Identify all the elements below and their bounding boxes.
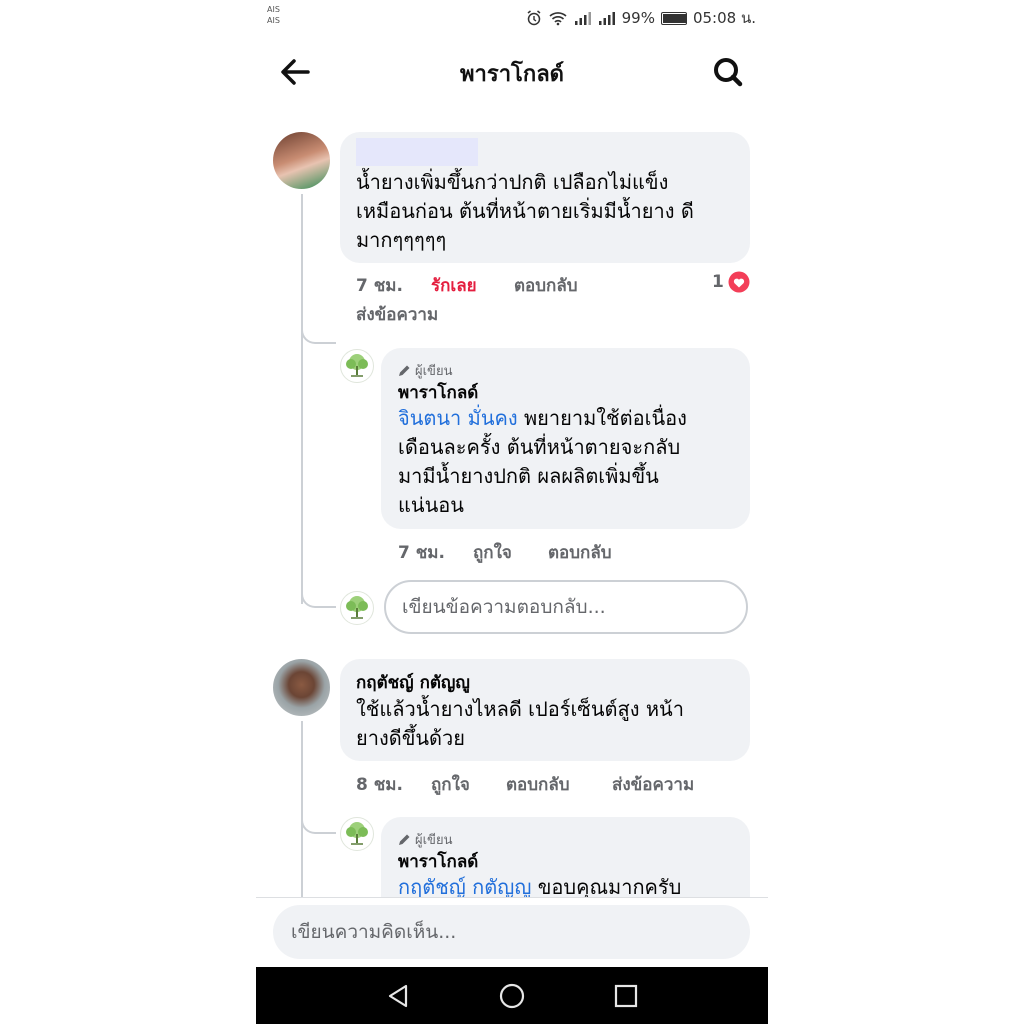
reply-text: จินตนา มั่นคง พยายามใช้ต่อเนื่อง เดือนละ…	[398, 406, 687, 517]
status-icons: 99% 05:08 น.	[526, 6, 756, 30]
author-tag: ผู้เขียน	[398, 829, 452, 850]
nav-back-button[interactable]	[384, 981, 414, 1011]
avatar-commenter-2[interactable]	[273, 659, 330, 716]
reply-button[interactable]: ตอบกลับ	[548, 539, 612, 566]
comment-text: น้ำยางเพิ่มขึ้นกว่าปกติ เปลือกไม่แข็ง เห…	[356, 170, 694, 252]
send-message-button[interactable]: ส่งข้อความ	[612, 771, 694, 798]
avatar-page-paragold[interactable]	[340, 817, 374, 851]
app-header: พาราโกลด์	[256, 40, 768, 104]
wifi-icon	[549, 12, 567, 26]
pencil-icon	[399, 834, 410, 845]
send-message-button[interactable]: ส่งข้อความ	[356, 301, 438, 328]
reply-bubble[interactable]: ผู้เขียน พาราโกลด์ กฤตัชญ์ กตัญญู ขอบคุณ…	[381, 817, 750, 897]
composer-divider	[256, 897, 768, 898]
status-bar: AIS AIS 99% 05:08 น.	[256, 0, 768, 36]
comment-bubble[interactable]: กฤตัชญ์ กตัญญู ใช้แล้วน้ำยางไหลดี เปอร์เ…	[340, 659, 750, 761]
reaction-summary[interactable]: 1	[712, 271, 750, 293]
commenter-name[interactable]: กฤตัชญ์ กตัญญู	[356, 669, 470, 696]
comment-bubble[interactable]: น้ำยางเพิ่มขึ้นกว่าปกติ เปลือกไม่แข็ง เห…	[340, 132, 750, 263]
alarm-icon	[527, 10, 541, 26]
nav-recents-button[interactable]	[611, 981, 641, 1011]
reply-bubble[interactable]: ผู้เขียน พาราโกลด์ จินตนา มั่นคง พยายามใ…	[381, 348, 750, 529]
reply-input[interactable]: เขียนข้อความตอบกลับ...	[384, 580, 748, 634]
love-reaction-icon	[728, 271, 750, 293]
carrier-label: AIS	[267, 5, 280, 14]
reply-author-name[interactable]: พาราโกลด์	[398, 848, 478, 875]
mention-link[interactable]: จินตนา มั่นคง	[398, 406, 518, 430]
avatar-page-paragold	[340, 591, 374, 625]
battery-percent: 99%	[621, 9, 655, 27]
system-nav-bar	[256, 967, 768, 1024]
reply-button[interactable]: ตอบกลับ	[514, 272, 578, 299]
love-button[interactable]: รักเลย	[431, 272, 477, 299]
tree-logo-icon	[346, 596, 368, 619]
pencil-icon	[399, 365, 410, 376]
comment-feed: น้ำยางเพิ่มขึ้นกว่าปกติ เปลือกไม่แข็ง เห…	[256, 104, 768, 897]
battery-icon	[660, 11, 687, 25]
search-icon	[714, 58, 743, 87]
reply-author-name[interactable]: พาราโกลด์	[398, 379, 478, 406]
thread-elbow	[301, 320, 336, 344]
redacted-author-name	[356, 138, 478, 166]
comment-time: 8 ชม.	[356, 775, 403, 795]
signal-icon-secondary	[598, 12, 615, 25]
comment-composer-input[interactable]: เขียนความคิดเห็น...	[273, 905, 750, 959]
reply-text: กฤตัชญ์ กตัญญู ขอบคุณมากครับ	[398, 875, 682, 897]
nav-home-icon	[499, 983, 525, 1009]
page-title: พาราโกลด์	[460, 62, 564, 87]
carrier-label-secondary: AIS	[267, 16, 280, 25]
search-button[interactable]	[708, 54, 748, 90]
reply-time: 7 ชม.	[398, 543, 445, 563]
comment-text: ใช้แล้วน้ำยางไหลดี เปอร์เซ็นต์สูง หน้า ย…	[356, 697, 684, 750]
thread-elbow	[301, 574, 336, 608]
reply-button[interactable]: ตอบกลับ	[506, 771, 570, 798]
clock: 05:08 น.	[692, 9, 756, 27]
comment-time: 7 ชม.	[356, 276, 403, 296]
nav-back-icon	[388, 984, 408, 1008]
thread-elbow	[301, 810, 336, 834]
author-tag: ผู้เขียน	[398, 360, 452, 381]
phone-screen: AIS AIS 99% 05:08 น. พาราโกลด์ น้ำยางเพิ…	[256, 0, 768, 1024]
avatar-page-paragold[interactable]	[340, 349, 374, 383]
tree-logo-icon	[346, 822, 368, 845]
like-button[interactable]: ถูกใจ	[431, 771, 470, 798]
nav-home-button[interactable]	[497, 981, 527, 1011]
reaction-count: 1	[712, 272, 724, 292]
signal-icon	[574, 12, 591, 25]
thread-line	[301, 721, 303, 897]
avatar-commenter-1[interactable]	[273, 132, 330, 189]
like-button[interactable]: ถูกใจ	[473, 539, 512, 566]
nav-recents-icon	[614, 984, 638, 1008]
tree-logo-icon	[346, 354, 368, 377]
thread-line	[301, 194, 303, 604]
mention-link[interactable]: กฤตัชญ์ กตัญญู	[398, 875, 531, 897]
